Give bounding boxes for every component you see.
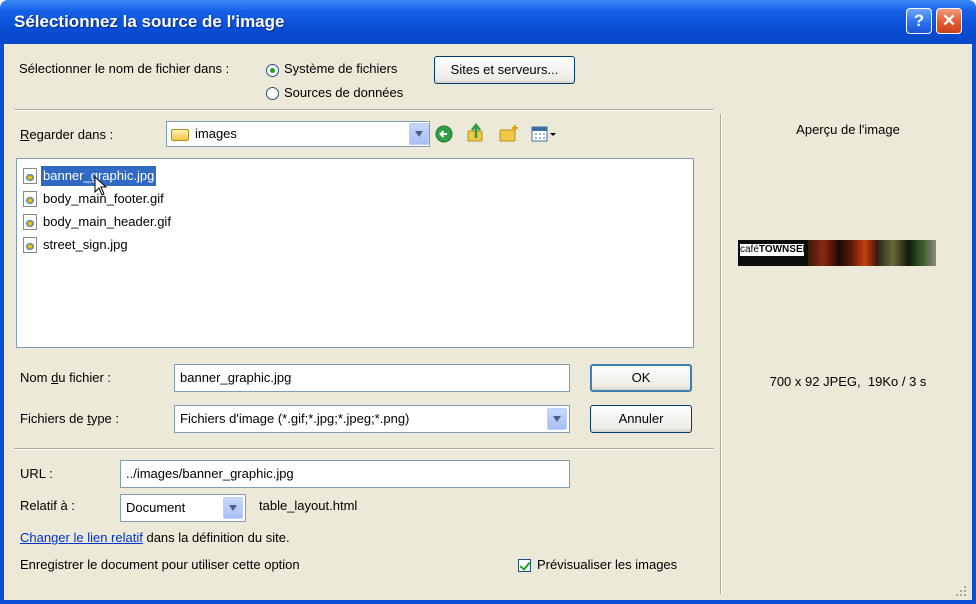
radio-file-system[interactable]	[266, 64, 279, 77]
image-file-icon	[23, 167, 37, 184]
resize-grip-icon[interactable]	[954, 584, 968, 598]
file-type-dropdown[interactable]: Fichiers d'image (*.gif;*.jpg;*.jpeg;*.p…	[174, 405, 570, 433]
image-file-icon	[23, 213, 37, 230]
separator	[14, 448, 714, 450]
look-in-value: images	[195, 126, 237, 141]
new-folder-icon[interactable]	[498, 124, 520, 144]
url-input[interactable]: ../images/banner_graphic.jpg	[120, 460, 570, 488]
file-item[interactable]: street_sign.jpg	[23, 234, 130, 254]
change-relative-link[interactable]: Changer le lien relatif	[20, 530, 143, 545]
file-list[interactable]: banner_graphic.jpg body_main_footer.gif …	[16, 158, 694, 348]
source-label: Sélectionner le nom de fichier dans :	[19, 61, 230, 76]
up-folder-icon[interactable]	[466, 122, 486, 144]
relative-value: Document	[126, 500, 186, 515]
separator	[14, 109, 714, 111]
sites-servers-button[interactable]: Sites et serveurs...	[434, 56, 575, 84]
chevron-down-icon[interactable]	[223, 497, 243, 519]
chevron-down-icon[interactable]	[547, 408, 567, 430]
preview-photo	[808, 240, 838, 266]
file-name-label: Nom du fichier :	[20, 370, 112, 385]
preview-photo	[908, 240, 936, 266]
radio-file-system-label[interactable]: Système de fichiers	[284, 61, 397, 76]
file-type-label: Fichiers de type :	[20, 411, 120, 426]
preview-checkbox[interactable]	[518, 559, 531, 572]
save-note: Enregistrer le document pour utiliser ce…	[20, 557, 300, 572]
back-icon[interactable]	[434, 124, 454, 144]
preview-photo	[878, 240, 908, 266]
preview-logo: caféTOWNSEND	[740, 244, 804, 256]
relative-label: Relatif à :	[20, 498, 75, 513]
ok-button[interactable]: OK	[590, 364, 692, 392]
image-file-icon	[23, 190, 37, 207]
radio-dot	[270, 68, 275, 73]
preview-info: 700 x 92 JPEG, 19Ko / 3 s	[769, 374, 927, 389]
mouse-cursor-icon	[94, 176, 108, 196]
look-in-dropdown[interactable]: images	[166, 121, 430, 147]
help-button[interactable]: ?	[906, 8, 932, 34]
file-item[interactable]: banner_graphic.jpg	[23, 165, 157, 186]
cancel-button[interactable]: Annuler	[590, 405, 692, 433]
folder-icon	[171, 128, 189, 141]
preview-image: caféTOWNSEND	[738, 240, 936, 266]
chevron-down-icon[interactable]	[409, 123, 429, 145]
view-menu-icon[interactable]	[530, 124, 558, 144]
dialog-body: Sélectionner le nom de fichier dans : Sy…	[4, 44, 972, 600]
relative-file: table_layout.html	[259, 498, 358, 513]
preview-checkbox-label[interactable]: Prévisualiser les images	[537, 557, 677, 572]
radio-data-sources[interactable]	[266, 87, 279, 100]
relative-dropdown[interactable]: Document	[120, 494, 246, 522]
url-label: URL :	[20, 466, 53, 481]
look-in-label: Regarder dans :	[20, 127, 114, 142]
file-item[interactable]: body_main_header.gif	[23, 211, 173, 231]
dialog-title: Sélectionnez la source de l'image	[14, 12, 285, 31]
vertical-separator	[720, 114, 722, 594]
title-bar[interactable]: Sélectionnez la source de l'image ? ✕	[0, 0, 976, 44]
relative-link-line: Changer le lien relatif dans la définiti…	[20, 530, 290, 545]
image-file-icon	[23, 236, 37, 253]
dialog-window: Sélectionnez la source de l'image ? ✕ Sé…	[0, 0, 976, 604]
radio-data-sources-label[interactable]: Sources de données	[284, 85, 403, 100]
file-type-value: Fichiers d'image (*.gif;*.jpg;*.jpeg;*.p…	[180, 411, 410, 426]
close-button[interactable]: ✕	[936, 8, 962, 34]
preview-photo	[838, 240, 878, 266]
file-name-input[interactable]: banner_graphic.jpg	[174, 364, 570, 392]
preview-title: Aperçu de l'image	[796, 122, 900, 137]
